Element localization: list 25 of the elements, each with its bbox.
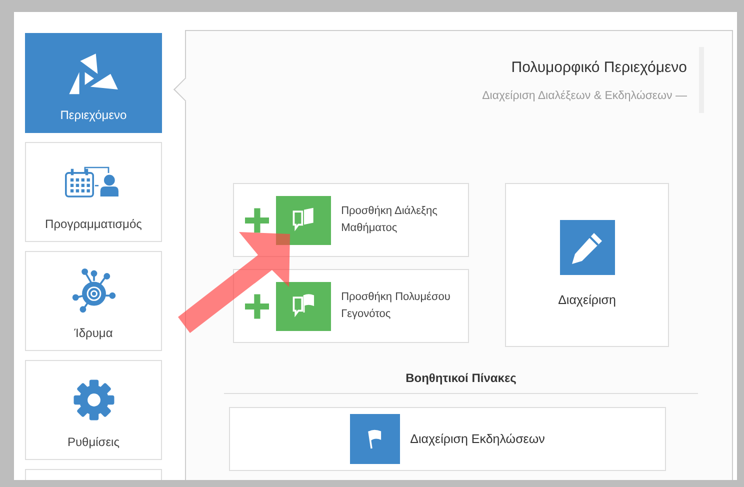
page-title: Πολυμορφικό Περιεχόμενο xyxy=(510,59,687,76)
sidebar-tile[interactable]: Προγραμματισμός xyxy=(25,142,162,242)
sidebar-label: Ίδρυμα xyxy=(74,326,113,340)
speech-book-icon xyxy=(276,196,332,244)
add-action-button[interactable]: Προσθήκη Διάλεξης Μαθήματος xyxy=(233,183,469,257)
manage-label: Διαχείριση xyxy=(558,293,616,307)
pencil-icon xyxy=(560,220,614,275)
sidebar-label: Προγραμματισμός xyxy=(45,217,142,231)
events-label: Διαχείριση Εκδηλώσεων xyxy=(410,432,545,446)
plus-icon xyxy=(245,208,270,232)
sidebar-tile[interactable]: Περιεχόμενο xyxy=(25,33,162,133)
action-label: Προσθήκη Διάλεξης Μαθήματος xyxy=(341,204,438,236)
events-button[interactable]: Διαχείριση Εκδηλώσεων xyxy=(229,407,666,471)
sidebar-label: Ρυθμίσεις xyxy=(67,435,120,449)
page-subtitle: Διαχείριση Διαλέξεων & Εκδηλώσεων — xyxy=(482,90,687,102)
flag-icon xyxy=(350,414,400,464)
sidebar-label: Περιεχόμενο xyxy=(60,108,127,122)
action-label: Προσθήκη Πολυμέσου Γεγονότος xyxy=(341,290,452,322)
sidebar-tile[interactable]: Ίδρυμα xyxy=(25,251,162,351)
speech-flag-icon xyxy=(276,282,332,330)
sidebar-tile[interactable]: Ρυθμίσεις xyxy=(25,360,162,460)
plus-icon xyxy=(245,294,270,318)
add-action-button[interactable]: Προσθήκη Πολυμέσου Γεγονότος xyxy=(233,269,469,343)
manage-button[interactable]: Διαχείριση xyxy=(505,183,669,347)
section-title: Βοηθητικοί Πίνακες xyxy=(224,371,698,394)
